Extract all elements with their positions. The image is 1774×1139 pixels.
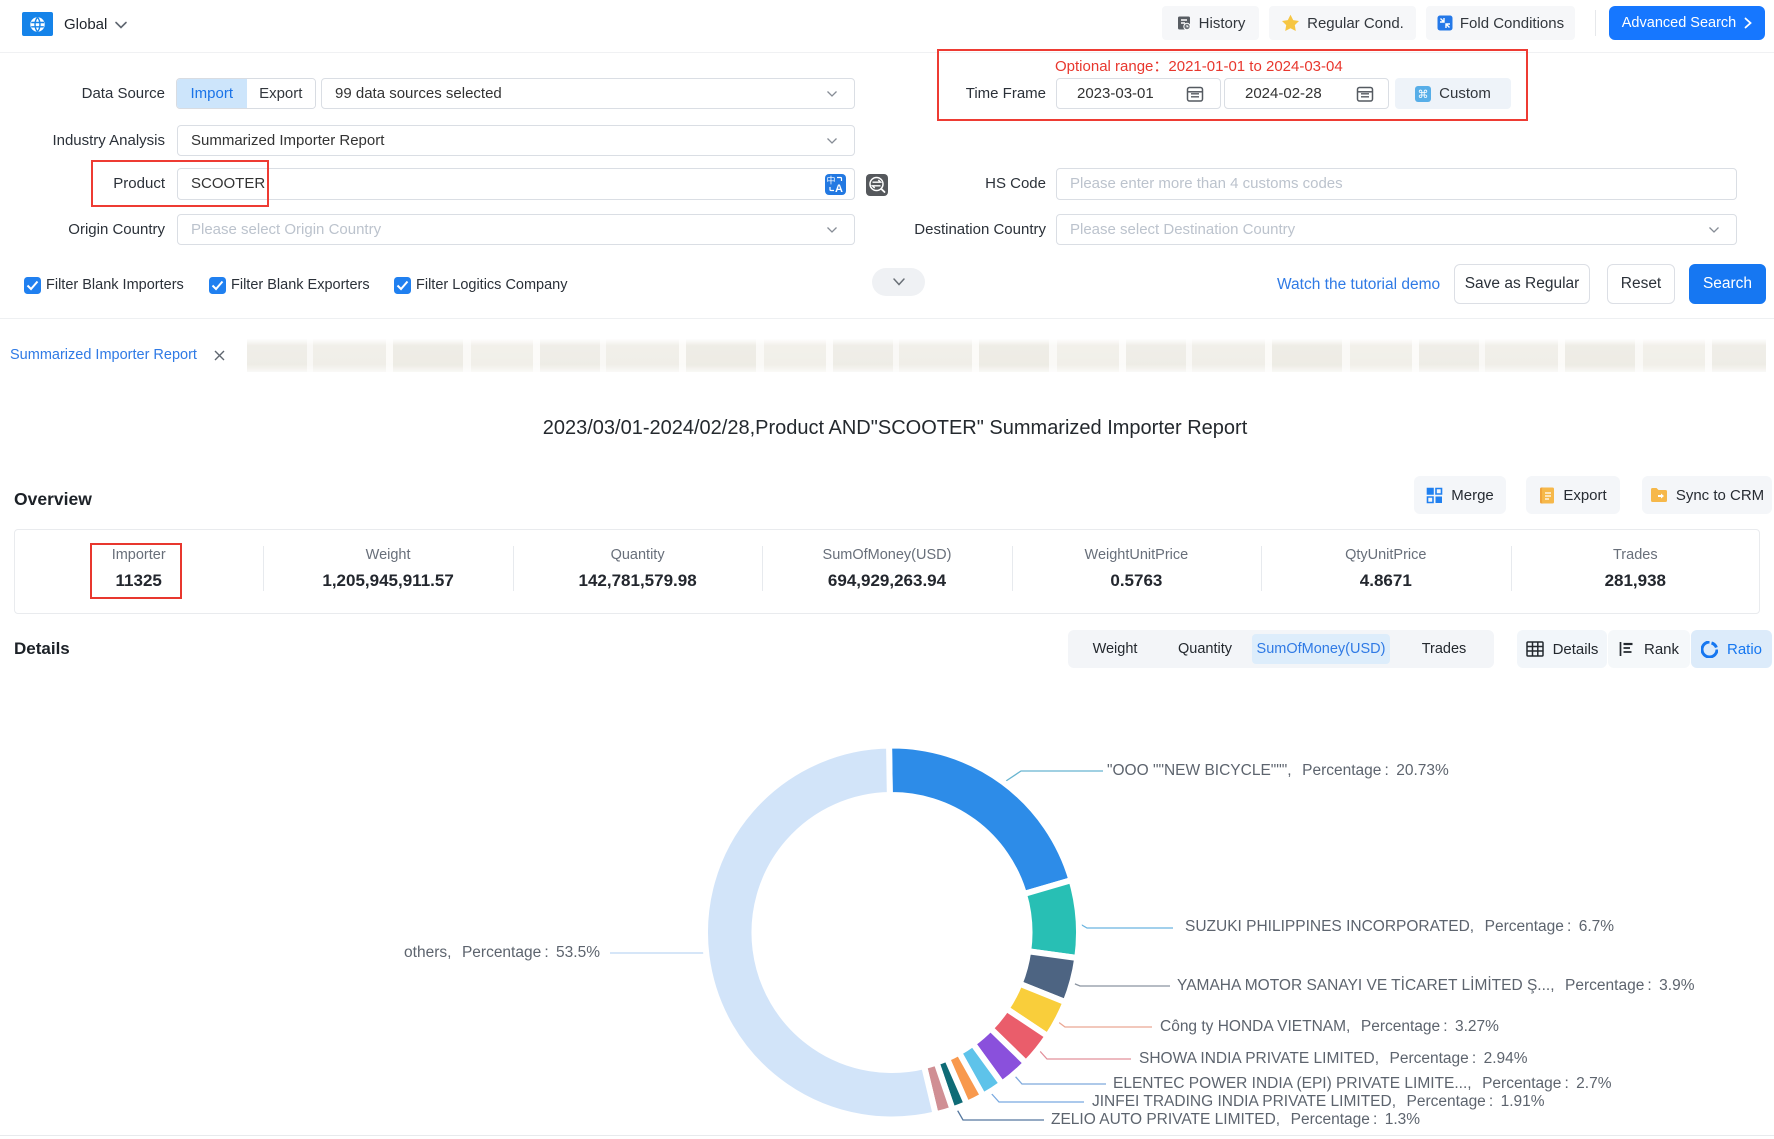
svg-text:A: A (835, 183, 843, 195)
svg-text:⌘: ⌘ (1418, 89, 1429, 101)
